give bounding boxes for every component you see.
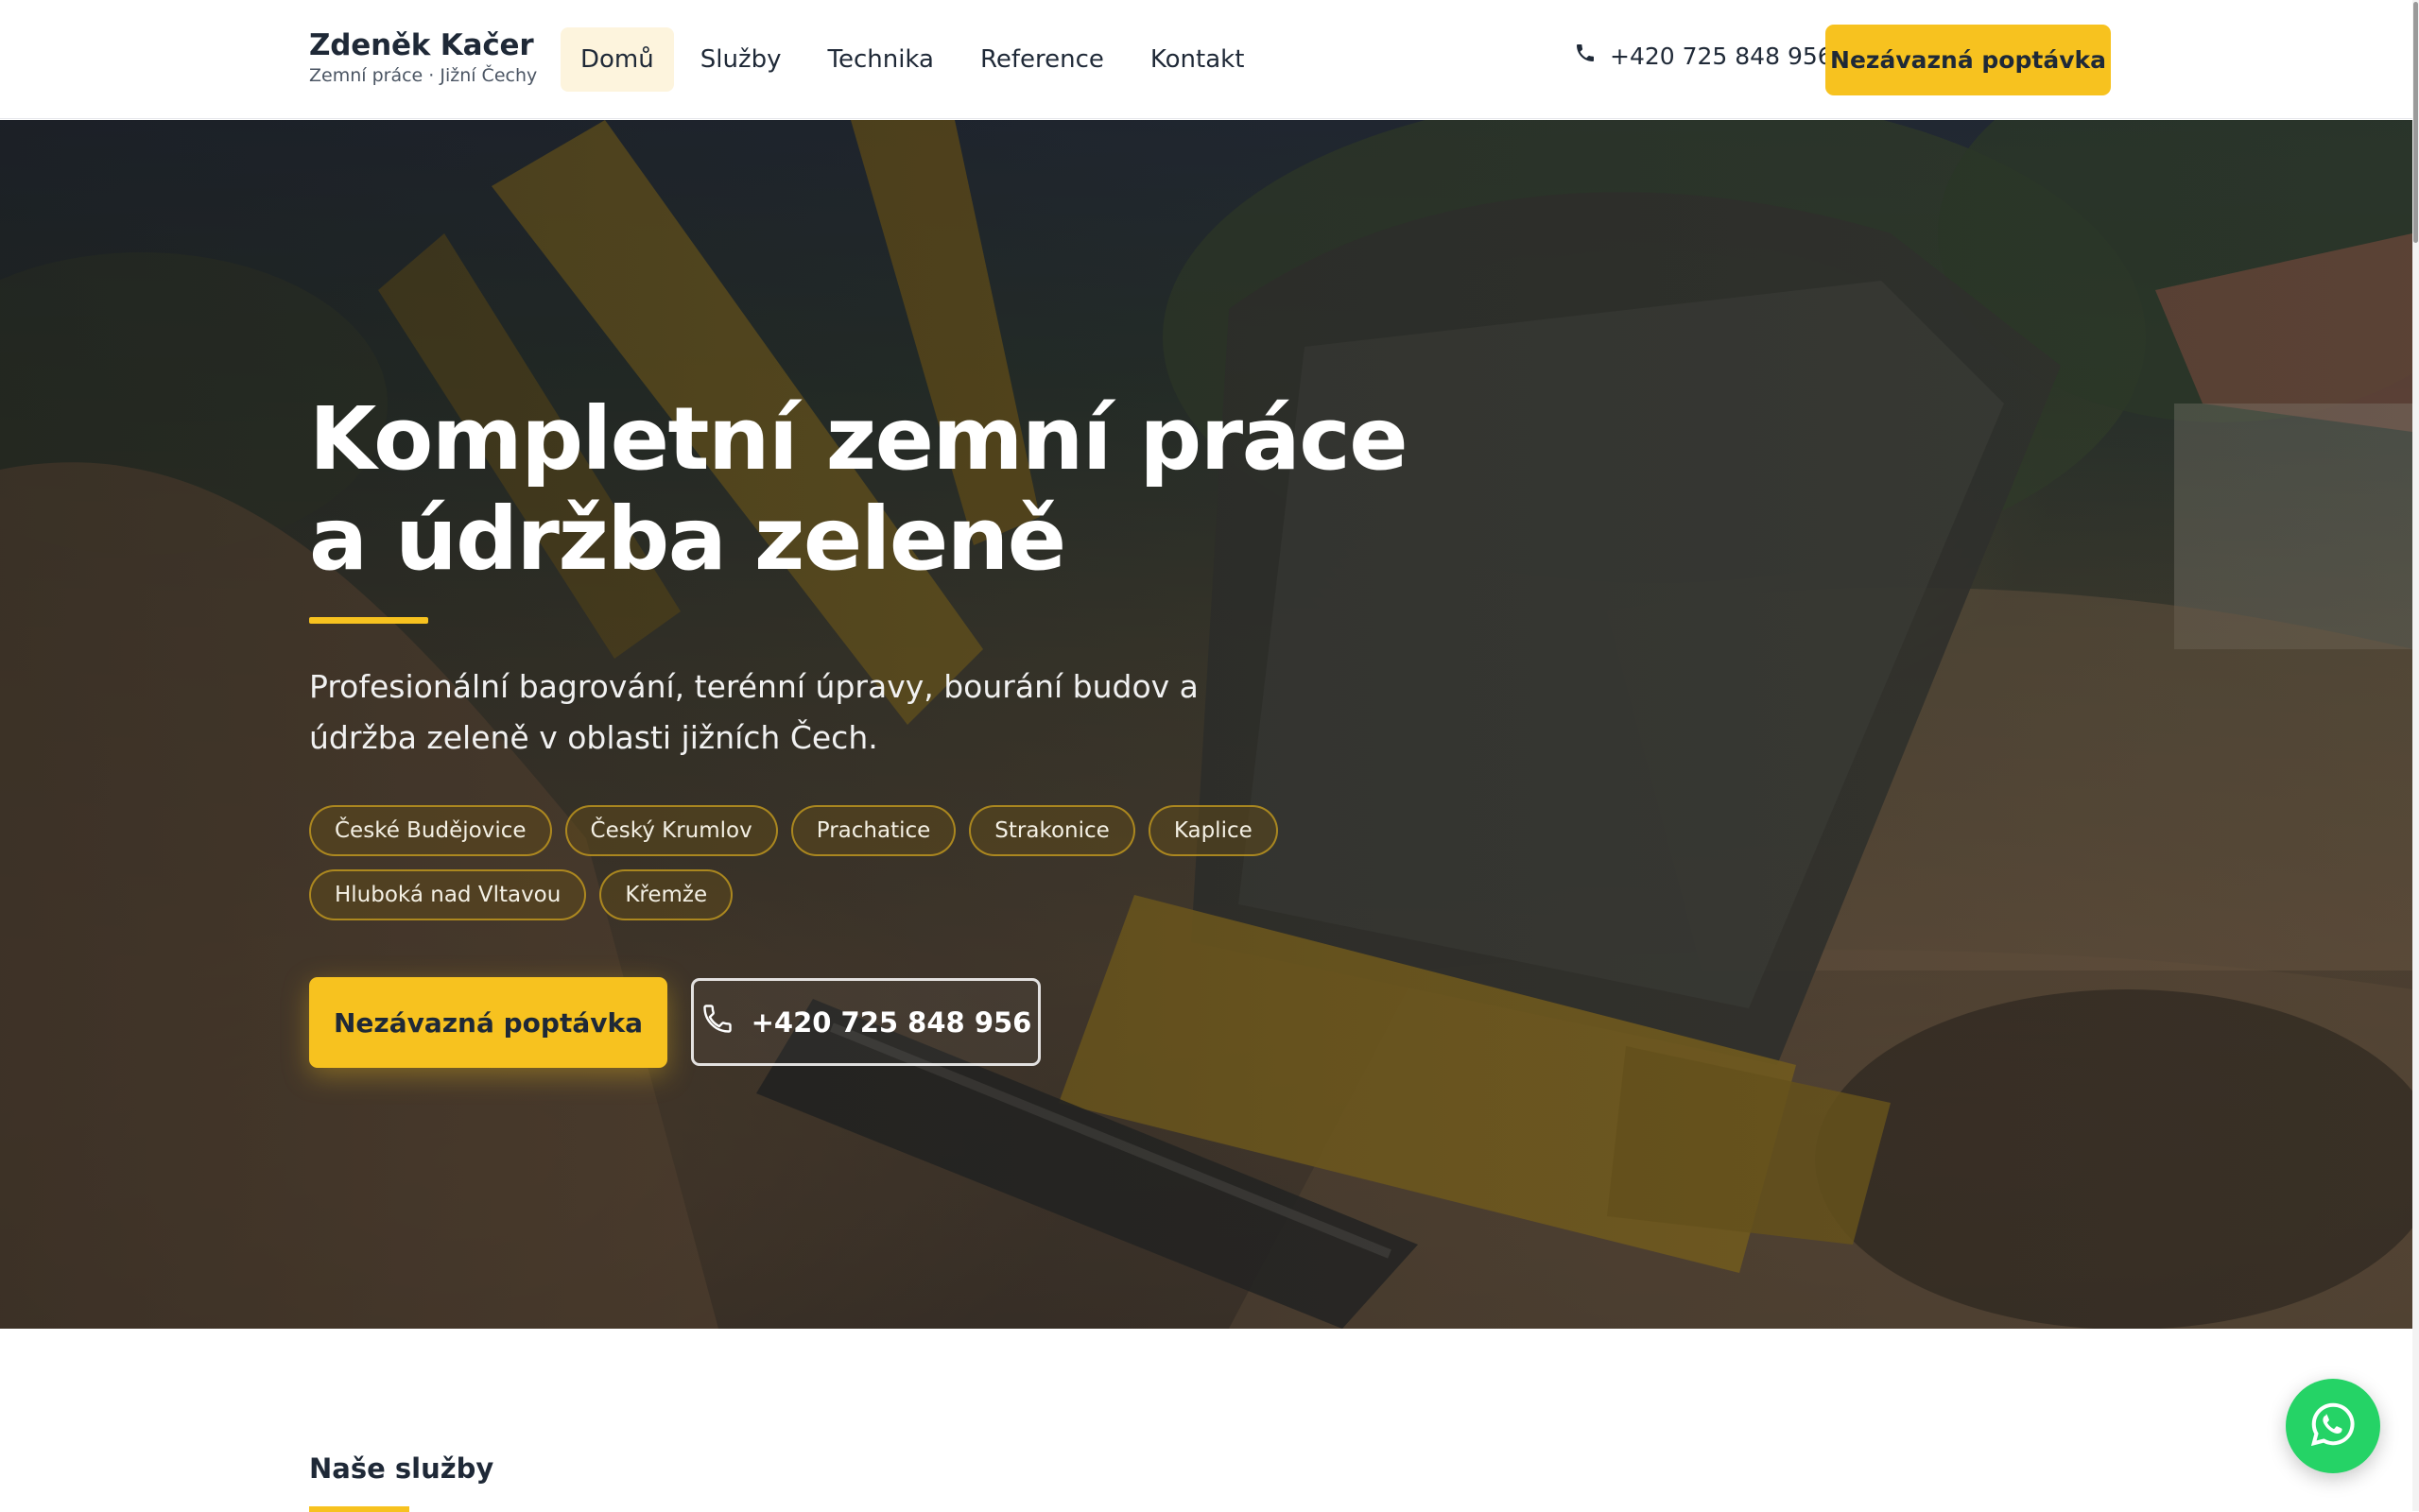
location-chip: Prachatice bbox=[790, 805, 957, 856]
header-inquiry-button[interactable]: Nezávazná poptávka bbox=[1825, 25, 2111, 95]
brand-tagline: Zemní práce · Jižní Čechy bbox=[309, 65, 538, 87]
location-chip: Český Krumlov bbox=[564, 805, 778, 856]
phone-icon bbox=[700, 1002, 734, 1042]
hero-section: Kompletní zemní práce a údržba zeleně Pr… bbox=[0, 120, 2412, 1329]
scrollbar-thumb[interactable] bbox=[2413, 2, 2418, 243]
nav-item-contact[interactable]: Kontakt bbox=[1131, 27, 1265, 92]
brand-logo[interactable]: Zdeněk Kačer Zemní práce · Jižní Čechy bbox=[309, 28, 537, 87]
hero-phone-button[interactable]: +420 725 848 956 bbox=[691, 978, 1041, 1066]
header-phone-link[interactable]: +420 725 848 956 bbox=[1574, 42, 1833, 70]
hero-title-line-2: a údržba zeleně bbox=[309, 489, 1066, 590]
hero-phone-number: +420 725 848 956 bbox=[751, 1005, 1032, 1039]
nav-item-references[interactable]: Reference bbox=[960, 27, 1124, 92]
hero-actions: Nezávazná poptávka +420 725 848 956 bbox=[309, 977, 1443, 1068]
services-section: Naše služby bbox=[0, 1329, 2412, 1512]
hero-title-line-1: Kompletní zemní práce bbox=[309, 388, 1408, 490]
services-heading-underline bbox=[309, 1506, 409, 1512]
location-chip: Hluboká nad Vltavou bbox=[309, 869, 587, 920]
hero-title-underline bbox=[309, 617, 428, 624]
location-chips: České Budějovice Český Krumlov Prachatic… bbox=[309, 805, 1538, 920]
header-phone-number: +420 725 848 956 bbox=[1610, 42, 1833, 70]
location-chip: Kaplice bbox=[1148, 805, 1278, 856]
main-nav: Domů Služby Technika Reference Kontakt bbox=[561, 27, 1270, 92]
brand-name: Zdeněk Kačer bbox=[309, 28, 534, 62]
hero-title: Kompletní zemní práce a údržba zeleně bbox=[309, 389, 1443, 590]
phone-icon bbox=[1574, 42, 1597, 70]
hero-content: Kompletní zemní práce a údržba zeleně Pr… bbox=[309, 389, 1443, 1068]
location-chip: České Budějovice bbox=[309, 805, 552, 856]
whatsapp-button[interactable] bbox=[2286, 1379, 2380, 1473]
nav-item-services[interactable]: Služby bbox=[681, 27, 802, 92]
nav-item-machinery[interactable]: Technika bbox=[807, 27, 953, 92]
page-scrollbar[interactable] bbox=[2412, 0, 2419, 1511]
whatsapp-icon bbox=[2307, 1399, 2359, 1453]
hero-inquiry-button[interactable]: Nezávazná poptávka bbox=[309, 977, 667, 1068]
site-header: Zdeněk Kačer Zemní práce · Jižní Čechy D… bbox=[0, 0, 2412, 119]
location-chip: Strakonice bbox=[969, 805, 1135, 856]
nav-item-home[interactable]: Domů bbox=[561, 27, 674, 92]
services-heading: Naše služby bbox=[309, 1452, 494, 1485]
location-chip: Křemže bbox=[599, 869, 734, 920]
hero-lead: Profesionální bagrování, terénní úpravy,… bbox=[309, 668, 1199, 756]
